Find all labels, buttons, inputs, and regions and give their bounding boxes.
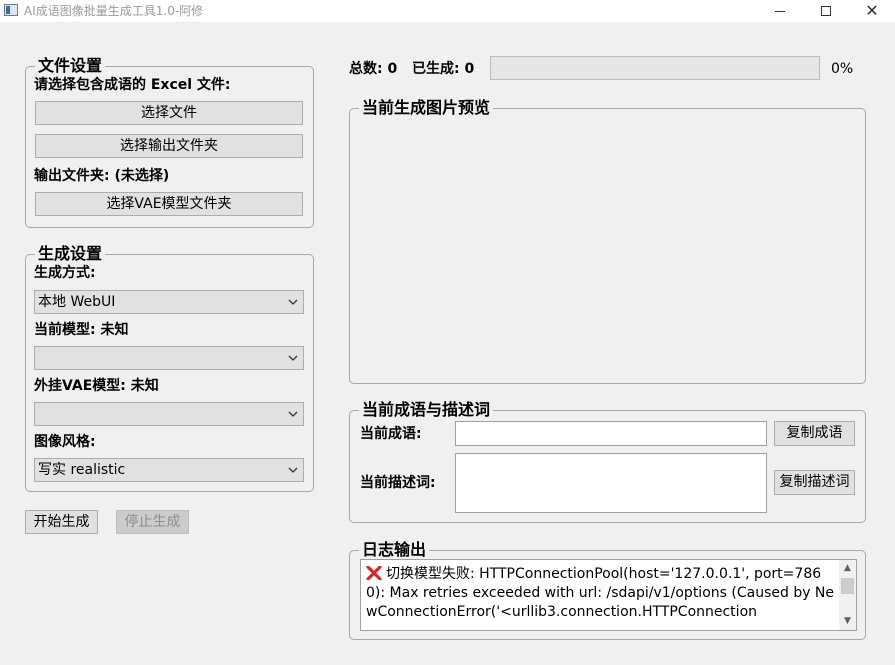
copy-idiom-button[interactable]: 复制成语 [774, 421, 855, 446]
generation-settings-title: 生成设置 [35, 243, 106, 265]
scroll-up-icon[interactable]: ▲ [839, 560, 856, 577]
minimize-button[interactable] [757, 0, 803, 22]
image-style-value: 写实 realistic [38, 462, 126, 478]
generation-mode-select[interactable]: 本地 WebUI [34, 290, 304, 314]
chevron-down-icon [286, 347, 300, 369]
scroll-down-icon[interactable]: ▼ [839, 613, 856, 630]
idiom-description-title: 当前成语与描述词 [359, 399, 494, 421]
log-entry: 切换模型失败: HTTPConnectionPool(host='127.0.0… [366, 565, 836, 622]
close-button[interactable]: ✕ [849, 0, 895, 22]
image-style-select[interactable]: 写实 realistic [34, 458, 304, 482]
current-description-label: 当前描述词: [360, 475, 436, 491]
error-x-icon [366, 565, 382, 581]
log-message: 切换模型失败: HTTPConnectionPool(host='127.0.0… [366, 566, 835, 620]
chevron-down-icon [286, 459, 300, 481]
total-count-label: 总数: 0 [349, 61, 398, 77]
chevron-down-icon [286, 291, 300, 313]
copy-description-button[interactable]: 复制描述词 [774, 470, 855, 495]
start-generation-button[interactable]: 开始生成 [25, 510, 98, 534]
generated-count-label: 已生成: 0 [412, 61, 475, 77]
chevron-down-icon [286, 403, 300, 425]
select-file-button[interactable]: 选择文件 [35, 101, 303, 125]
generation-mode-value: 本地 WebUI [38, 294, 116, 310]
close-icon: ✕ [865, 1, 879, 20]
stop-generation-button[interactable]: 停止生成 [116, 510, 189, 534]
current-idiom-label: 当前成语: [360, 426, 422, 442]
select-output-folder-button[interactable]: 选择输出文件夹 [35, 134, 303, 158]
progress-percent: 0% [831, 61, 854, 77]
log-output-area[interactable]: 切换模型失败: HTTPConnectionPool(host='127.0.0… [360, 559, 857, 631]
current-description-field[interactable] [455, 453, 767, 513]
log-output-title: 日志输出 [359, 539, 430, 561]
minimize-icon [775, 10, 785, 12]
maximize-button[interactable] [803, 0, 849, 22]
select-vae-folder-button[interactable]: 选择VAE模型文件夹 [35, 192, 303, 216]
file-settings-title: 文件设置 [35, 55, 106, 77]
excel-prompt-label: 请选择包含成语的 Excel 文件: [34, 77, 231, 93]
app-window-icon [4, 4, 18, 16]
current-idiom-field[interactable] [455, 421, 767, 446]
model-select[interactable] [34, 346, 304, 370]
image-style-label: 图像风格: [34, 434, 96, 450]
image-preview-group: 当前生成图片预览 [349, 97, 866, 384]
output-folder-label: 输出文件夹: (未选择) [34, 168, 170, 184]
log-scrollbar[interactable]: ▲ ▼ [839, 560, 856, 630]
progress-bar [490, 56, 820, 80]
image-preview-title: 当前生成图片预览 [359, 97, 494, 119]
vae-model-select[interactable] [34, 402, 304, 426]
window-title: AI成语图像批量生成工具1.0-阿修 [24, 4, 204, 18]
current-model-label: 当前模型: 未知 [34, 322, 129, 338]
maximize-icon [821, 6, 831, 16]
generation-mode-label: 生成方式: [34, 265, 96, 281]
title-bar[interactable]: AI成语图像批量生成工具1.0-阿修 ✕ [0, 0, 895, 22]
scrollbar-thumb[interactable] [841, 578, 854, 594]
vae-model-label: 外挂VAE模型: 未知 [34, 378, 159, 394]
